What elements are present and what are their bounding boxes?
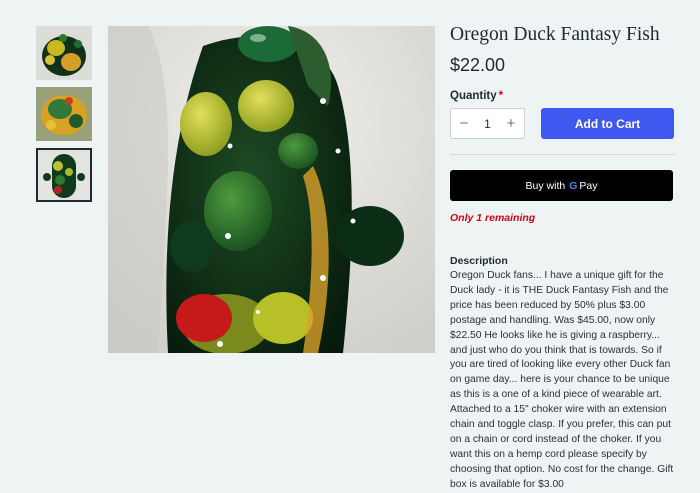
thumbnail-3[interactable] xyxy=(36,148,92,202)
fish-image-top xyxy=(38,150,90,200)
add-to-cart-button[interactable]: Add to Cart xyxy=(541,108,674,139)
required-mark: * xyxy=(498,90,504,102)
increment-button[interactable]: + xyxy=(504,115,518,132)
google-g-icon: G xyxy=(569,179,578,192)
product-info: Oregon Duck Fantasy Fish $22.00 Quantity… xyxy=(450,22,675,493)
thumbnail-1[interactable] xyxy=(36,26,92,80)
product-main-image[interactable] xyxy=(108,26,435,353)
purchase-row: − 1 + Add to Cart xyxy=(450,108,675,139)
stock-remaining: Only 1 remaining xyxy=(450,212,536,224)
product-title: Oregon Duck Fantasy Fish xyxy=(450,24,660,45)
decrement-button[interactable]: − xyxy=(457,115,471,132)
description-text: Oregon Duck fans... I have a unique gift… xyxy=(450,270,674,490)
buy-with-label: Buy with xyxy=(525,179,566,192)
thumbnail-2[interactable] xyxy=(36,87,92,141)
description-heading: Description xyxy=(450,255,508,267)
google-pay-button[interactable]: Buy with G Pay xyxy=(450,170,673,201)
quantity-label: Quantity * xyxy=(450,90,675,102)
pay-label: Pay xyxy=(579,179,598,192)
thumbnail-gallery xyxy=(36,26,92,209)
divider xyxy=(450,154,675,155)
fish-image-front xyxy=(36,26,92,80)
quantity-input[interactable]: 1 xyxy=(484,117,491,131)
quantity-label-text: Quantity xyxy=(450,90,497,102)
product-price: $22.00 xyxy=(450,55,506,75)
quantity-stepper: − 1 + xyxy=(450,108,525,139)
fish-pendant-image xyxy=(108,26,435,353)
fish-image-side xyxy=(36,87,92,141)
